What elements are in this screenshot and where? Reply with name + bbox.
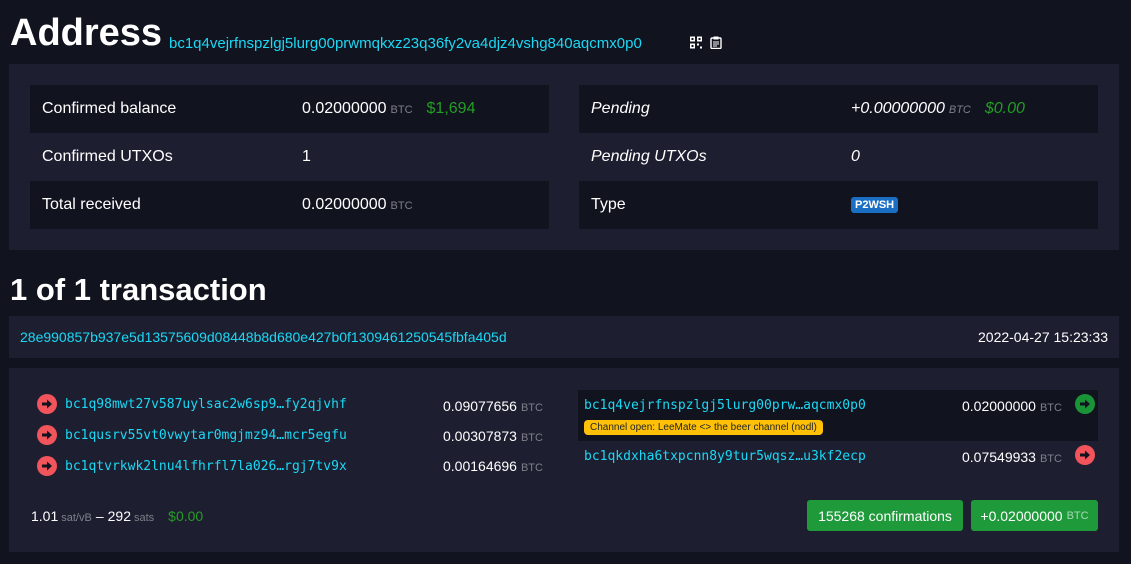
btc-unit: BTC xyxy=(1039,402,1062,414)
total-received-amount: 0.02000000 xyxy=(302,196,387,213)
fee-info: 1.01 sat/vB – 292 sats $0.00 xyxy=(31,508,203,524)
input-row: bc1qusrv55vt0vwytar0mgjmz94…mcr5egfu xyxy=(37,425,347,445)
pending-amount: +0.00000000 xyxy=(851,100,945,117)
qr-code-icon[interactable] xyxy=(690,36,702,49)
input-row: bc1qtvrkwk2lnu4lfhrfl7la026…rgj7tv9x xyxy=(37,456,347,476)
page-title: Address xyxy=(10,12,163,54)
arrow-right-icon[interactable] xyxy=(37,456,57,476)
type-row: Type P2WSH xyxy=(579,181,1098,229)
fee-rate-unit: sat/vB xyxy=(61,512,92,524)
transaction-header: 28e990857b937e5d13575609d08448b8d680e427… xyxy=(9,316,1119,358)
pending-utxos-label: Pending UTXOs xyxy=(591,148,707,165)
pending-utxos-value: 0 xyxy=(851,148,860,165)
output-address-link[interactable]: bc1q4vejrfnspzlgj5lurg00prw…aqcmx0p0 xyxy=(584,398,866,413)
btc-unit: BTC xyxy=(948,104,971,116)
confirmed-balance-fiat: $1,694 xyxy=(426,100,476,117)
channel-open-tag: Channel open: LeeMate <> the beer channe… xyxy=(584,420,823,435)
total-received-label: Total received xyxy=(42,196,141,213)
confirmed-balance-row: Confirmed balance 0.02000000 BTC $1,694 xyxy=(30,85,549,133)
fee-amount: 292 xyxy=(107,508,131,524)
transaction-time: 2022-04-27 15:23:33 xyxy=(978,329,1108,345)
pending-fiat: $0.00 xyxy=(984,100,1025,117)
transactions-heading: 1 of 1 transaction xyxy=(10,272,267,307)
input-amount: 0.00307873 BTC xyxy=(443,428,543,444)
input-address-link[interactable]: bc1qtvrkwk2lnu4lfhrfl7la026…rgj7tv9x xyxy=(65,459,347,474)
input-address-link[interactable]: bc1q98mwt27v587uylsac2w6sp9…fy2qjvhf xyxy=(65,397,347,412)
confirmed-utxos-row: Confirmed UTXOs 1 xyxy=(30,133,549,181)
input-row: bc1q98mwt27v587uylsac2w6sp9…fy2qjvhf xyxy=(37,394,347,414)
transaction-body: bc1q98mwt27v587uylsac2w6sp9…fy2qjvhf 0.0… xyxy=(9,368,1119,552)
pending-label: Pending xyxy=(591,100,650,117)
net-change-button[interactable]: +0.02000000 BTC xyxy=(971,500,1098,531)
btc-unit: BTC xyxy=(520,432,543,444)
fee-separator: – xyxy=(95,508,104,524)
input-amount: 0.09077656 BTC xyxy=(443,398,543,414)
btc-unit: BTC xyxy=(1066,509,1089,522)
confirmations-button[interactable]: 155268 confirmations xyxy=(807,500,963,531)
copy-icon[interactable] xyxy=(710,36,722,49)
output-address-link[interactable]: bc1qkdxha6txpcnn8y9tur5wqsz…u3kf2ecp xyxy=(584,449,866,464)
total-received-row: Total received 0.02000000 BTC xyxy=(30,181,549,229)
fee-unit: sats xyxy=(133,512,155,524)
btc-unit: BTC xyxy=(1039,453,1062,465)
pending-row: Pending +0.00000000 BTC $0.00 xyxy=(579,85,1098,133)
address-summary-box: Confirmed balance 0.02000000 BTC $1,694 … xyxy=(9,64,1119,250)
pending-utxos-row: Pending UTXOs 0 xyxy=(579,133,1098,181)
address-link[interactable]: bc1q4vejrfnspzlgj5lurg00prwmqkxz23q36fy2… xyxy=(169,35,642,52)
btc-unit: BTC xyxy=(520,402,543,414)
arrow-right-icon[interactable] xyxy=(37,394,57,414)
confirmed-balance-amount: 0.02000000 xyxy=(302,100,387,117)
fee-rate: 1.01 xyxy=(31,508,59,524)
output-amount: 0.02000000 BTC xyxy=(962,398,1062,414)
input-amount: 0.00164696 BTC xyxy=(443,458,543,474)
confirmed-utxos-label: Confirmed UTXOs xyxy=(42,148,173,165)
confirmed-utxos-value: 1 xyxy=(302,148,311,165)
arrow-right-icon[interactable] xyxy=(1075,394,1095,414)
btc-unit: BTC xyxy=(390,200,413,212)
arrow-right-icon[interactable] xyxy=(1075,445,1095,465)
type-label: Type xyxy=(591,196,626,213)
input-address-link[interactable]: bc1qusrv55vt0vwytar0mgjmz94…mcr5egfu xyxy=(65,428,347,443)
fee-fiat: $0.00 xyxy=(168,508,204,524)
btc-unit: BTC xyxy=(390,104,413,116)
confirmed-balance-label: Confirmed balance xyxy=(42,100,177,117)
btc-unit: BTC xyxy=(520,462,543,474)
txid-link[interactable]: 28e990857b937e5d13575609d08448b8d680e427… xyxy=(20,329,507,345)
type-badge: P2WSH xyxy=(851,197,899,213)
output-amount: 0.07549933 BTC xyxy=(962,449,1062,465)
arrow-right-icon[interactable] xyxy=(37,425,57,445)
